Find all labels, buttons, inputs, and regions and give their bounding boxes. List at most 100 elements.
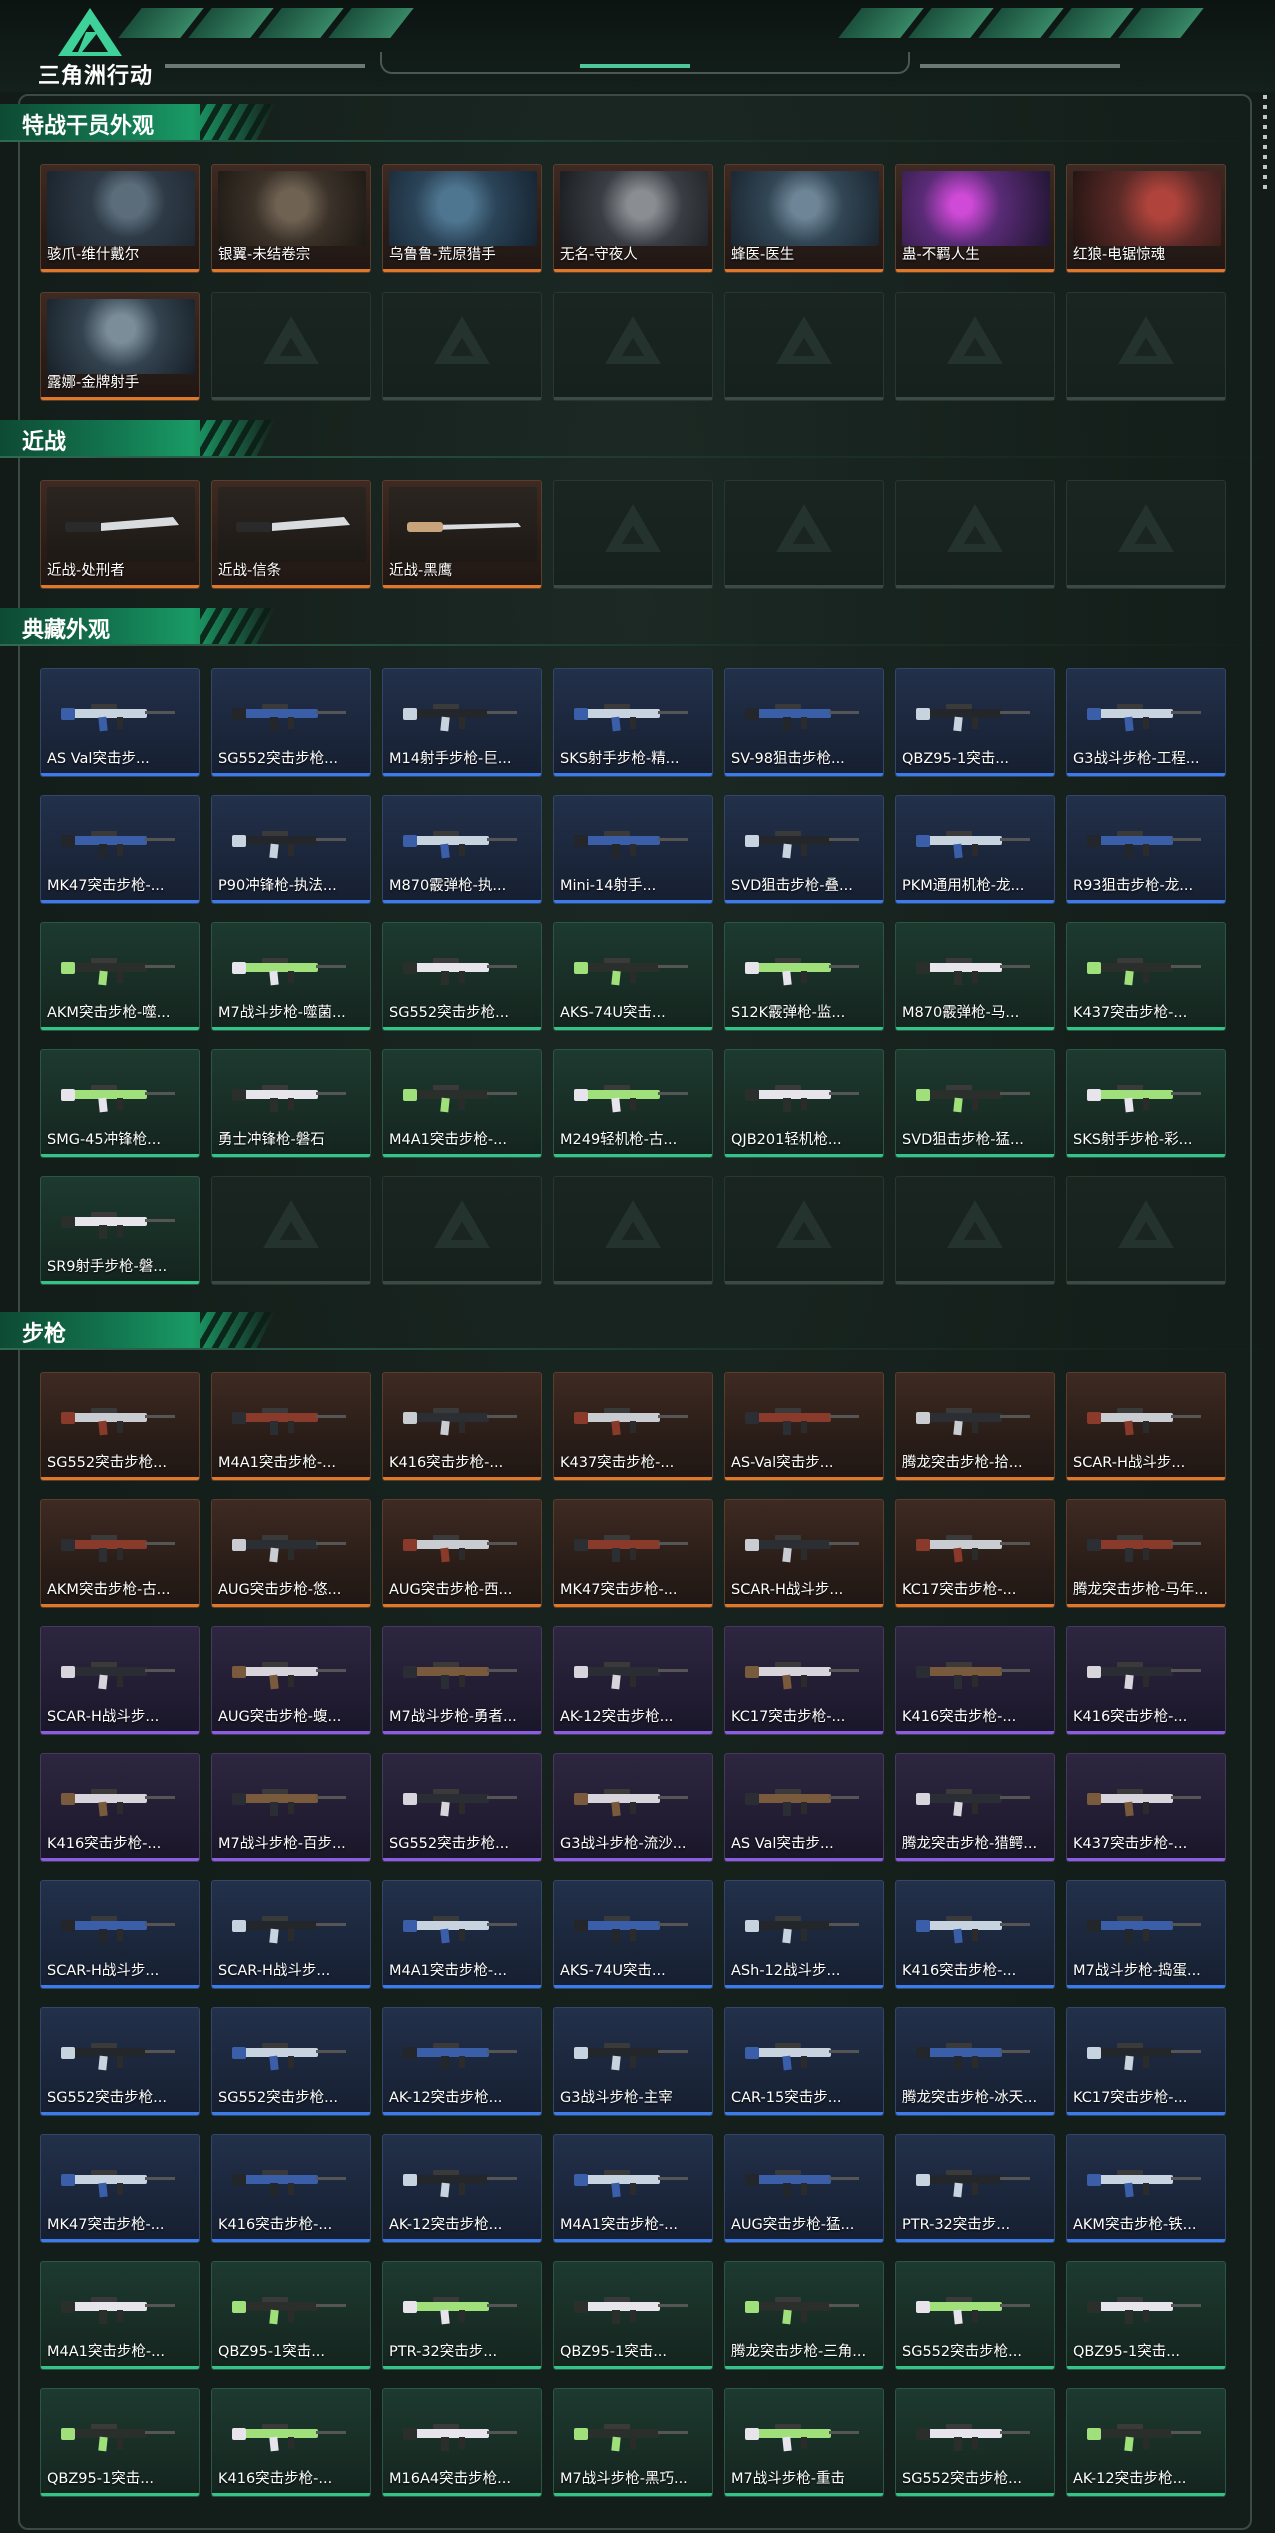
collection-card[interactable]: K416突击步枪-... <box>1066 1626 1226 1735</box>
collection-card[interactable]: K416突击步枪-... <box>211 2134 371 2243</box>
collection-card[interactable]: P90冲锋枪-执法... <box>211 795 371 904</box>
collection-card[interactable]: AS Val突击步... <box>724 1753 884 1862</box>
collection-card[interactable]: SKS射手步枪-精... <box>553 668 713 777</box>
collection-card[interactable]: SVD狙击步枪-猛... <box>895 1049 1055 1158</box>
collection-card[interactable]: M870霰弹枪-马... <box>895 922 1055 1031</box>
collection-card[interactable]: PKM通用机枪-龙... <box>895 795 1055 904</box>
collection-card[interactable]: AK-12突击步枪... <box>1066 2388 1226 2497</box>
collection-card[interactable]: AKM突击步枪-铁... <box>1066 2134 1226 2243</box>
collection-card[interactable]: SCAR-H战斗步... <box>40 1626 200 1735</box>
collection-card[interactable]: SVD狙击步枪-叠... <box>724 795 884 904</box>
collection-card[interactable]: MK47突击步枪-... <box>553 1499 713 1608</box>
collection-card[interactable]: K437突击步枪-... <box>553 1372 713 1481</box>
collection-card[interactable]: M16A4突击步枪... <box>382 2388 542 2497</box>
collection-card[interactable]: SG552突击步枪... <box>382 922 542 1031</box>
collection-card[interactable]: M4A1突击步枪-... <box>382 1880 542 1989</box>
collection-card[interactable]: M7战斗步枪-噬菌... <box>211 922 371 1031</box>
collection-card[interactable]: PTR-32突击步... <box>382 2261 542 2370</box>
collection-card[interactable]: 腾龙突击步枪-冰天... <box>895 2007 1055 2116</box>
collection-card[interactable]: 近战-信条 <box>211 480 371 589</box>
collection-card[interactable]: KC17突击步枪-... <box>724 1626 884 1735</box>
collection-card[interactable]: QBZ95-1突击... <box>1066 2261 1226 2370</box>
collection-card[interactable]: 蜂医-医生 <box>724 164 884 273</box>
collection-card[interactable]: 勇士冲锋枪-磐石 <box>211 1049 371 1158</box>
collection-card[interactable]: AKS-74U突击... <box>553 922 713 1031</box>
collection-card[interactable]: SG552突击步枪... <box>895 2261 1055 2370</box>
collection-card[interactable]: CAR-15突击步... <box>724 2007 884 2116</box>
collection-card[interactable]: Mini-14射手... <box>553 795 713 904</box>
collection-card[interactable]: SKS射手步枪-彩... <box>1066 1049 1226 1158</box>
collection-card[interactable]: 腾龙突击步枪-三角... <box>724 2261 884 2370</box>
collection-card[interactable]: K416突击步枪-... <box>895 1626 1055 1735</box>
collection-card[interactable]: S12K霰弹枪-监... <box>724 922 884 1031</box>
collection-card[interactable]: 近战-处刑者 <box>40 480 200 589</box>
collection-card[interactable]: M4A1突击步枪-... <box>211 1372 371 1481</box>
collection-card[interactable]: 腾龙突击步枪-猎鳄... <box>895 1753 1055 1862</box>
collection-card[interactable]: M4A1突击步枪-... <box>40 2261 200 2370</box>
collection-card[interactable]: 银翼-未结卷宗 <box>211 164 371 273</box>
collection-card[interactable]: M249轻机枪-古... <box>553 1049 713 1158</box>
collection-card[interactable]: 腾龙突击步枪-拾... <box>895 1372 1055 1481</box>
collection-card[interactable]: AKM突击步枪-噬... <box>40 922 200 1031</box>
collection-card[interactable]: M14射手步枪-巨... <box>382 668 542 777</box>
collection-card[interactable]: QBZ95-1突击... <box>895 668 1055 777</box>
collection-card[interactable]: K437突击步枪-... <box>1066 922 1226 1031</box>
collection-card[interactable]: AUG突击步枪-悠... <box>211 1499 371 1608</box>
collection-card[interactable]: QBZ95-1突击... <box>40 2388 200 2497</box>
collection-card[interactable]: 乌鲁鲁-荒原猎手 <box>382 164 542 273</box>
collection-card[interactable]: M7战斗步枪-重击 <box>724 2388 884 2497</box>
collection-card[interactable]: SG552突击步枪... <box>211 2007 371 2116</box>
collection-card[interactable]: 蛊-不羁人生 <box>895 164 1055 273</box>
collection-card[interactable]: SCAR-H战斗步... <box>724 1499 884 1608</box>
collection-card[interactable]: SCAR-H战斗步... <box>211 1880 371 1989</box>
collection-card[interactable]: AK-12突击步枪... <box>553 1626 713 1735</box>
collection-card[interactable]: SCAR-H战斗步... <box>40 1880 200 1989</box>
collection-card[interactable]: K416突击步枪-... <box>211 2388 371 2497</box>
collection-card[interactable]: G3战斗步枪-流沙... <box>553 1753 713 1862</box>
collection-card[interactable]: PTR-32突击步... <box>895 2134 1055 2243</box>
collection-card[interactable]: 无名-守夜人 <box>553 164 713 273</box>
collection-card[interactable]: SMG-45冲锋枪... <box>40 1049 200 1158</box>
collection-card[interactable]: 骇爪-维什戴尔 <box>40 164 200 273</box>
collection-card[interactable]: KC17突击步枪-... <box>895 1499 1055 1608</box>
collection-card[interactable]: AUG突击步枪-蝮... <box>211 1626 371 1735</box>
collection-card[interactable]: MK47突击步枪-... <box>40 795 200 904</box>
collection-card[interactable]: AK-12突击步枪... <box>382 2007 542 2116</box>
collection-card[interactable]: 露娜-金牌射手 <box>40 292 200 401</box>
collection-card[interactable]: SCAR-H战斗步... <box>1066 1372 1226 1481</box>
collection-card[interactable]: ASh-12战斗步... <box>724 1880 884 1989</box>
collection-card[interactable]: SG552突击步枪... <box>40 2007 200 2116</box>
collection-card[interactable]: R93狙击步枪-龙... <box>1066 795 1226 904</box>
collection-card[interactable]: M4A1突击步枪-... <box>553 2134 713 2243</box>
collection-card[interactable]: K437突击步枪-... <box>1066 1753 1226 1862</box>
collection-card[interactable]: M7战斗步枪-黑巧... <box>553 2388 713 2497</box>
collection-card[interactable]: QBZ95-1突击... <box>211 2261 371 2370</box>
collection-card[interactable]: AKS-74U突击... <box>553 1880 713 1989</box>
collection-card[interactable]: AK-12突击步枪... <box>382 2134 542 2243</box>
collection-card[interactable]: M870霰弹枪-执... <box>382 795 542 904</box>
collection-card[interactable]: SR9射手步枪-磐... <box>40 1176 200 1285</box>
collection-card[interactable]: K416突击步枪-... <box>895 1880 1055 1989</box>
collection-card[interactable]: KC17突击步枪-... <box>1066 2007 1226 2116</box>
collection-card[interactable]: QBZ95-1突击... <box>553 2261 713 2370</box>
collection-card[interactable]: MK47突击步枪-... <box>40 2134 200 2243</box>
collection-card[interactable]: AS Val突击步... <box>40 668 200 777</box>
collection-card[interactable]: SG552突击步枪... <box>382 1753 542 1862</box>
collection-card[interactable]: G3战斗步枪-工程... <box>1066 668 1226 777</box>
collection-card[interactable]: AUG突击步枪-西... <box>382 1499 542 1608</box>
collection-card[interactable]: G3战斗步枪-主宰 <box>553 2007 713 2116</box>
collection-card[interactable]: K416突击步枪-... <box>382 1372 542 1481</box>
collection-card[interactable]: AKM突击步枪-古... <box>40 1499 200 1608</box>
collection-card[interactable]: 红狼-电锯惊魂 <box>1066 164 1226 273</box>
collection-card[interactable]: M7战斗步枪-勇者... <box>382 1626 542 1735</box>
collection-card[interactable]: AS-Val突击步... <box>724 1372 884 1481</box>
collection-card[interactable]: 腾龙突击步枪-马年... <box>1066 1499 1226 1608</box>
collection-card[interactable]: M4A1突击步枪-... <box>382 1049 542 1158</box>
collection-card[interactable]: SG552突击步枪... <box>895 2388 1055 2497</box>
collection-card[interactable]: QJB201轻机枪... <box>724 1049 884 1158</box>
collection-card[interactable]: 近战-黑鹰 <box>382 480 542 589</box>
collection-card[interactable]: AUG突击步枪-猛... <box>724 2134 884 2243</box>
collection-card[interactable]: SV-98狙击步枪... <box>724 668 884 777</box>
collection-card[interactable]: M7战斗步枪-捣蛋... <box>1066 1880 1226 1989</box>
collection-card[interactable]: K416突击步枪-... <box>40 1753 200 1862</box>
